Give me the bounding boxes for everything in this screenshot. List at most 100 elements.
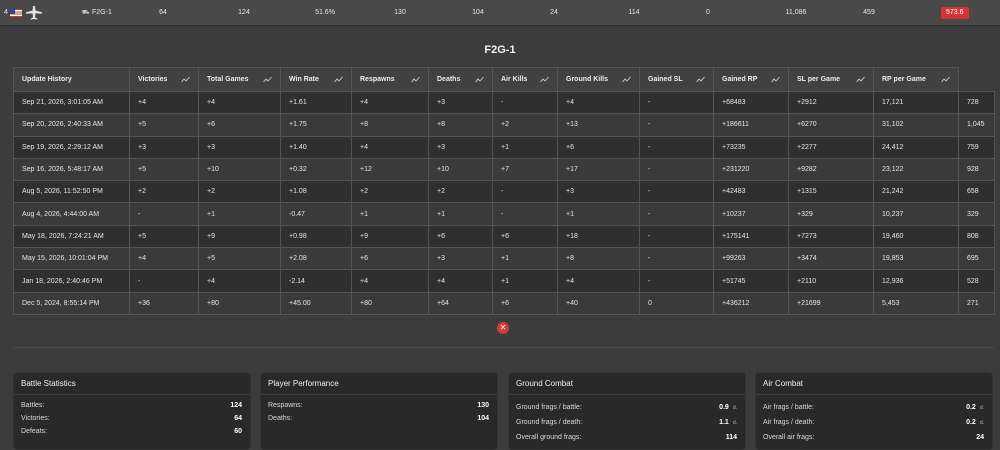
table-cell: +1315 xyxy=(788,180,874,204)
table-cell: +8 xyxy=(557,247,640,271)
close-icon[interactable]: ✕ xyxy=(497,322,509,334)
stat-row-battles: Battles: 124 xyxy=(21,402,242,409)
table-cell: +8 xyxy=(351,113,429,137)
table-cell: +6270 xyxy=(788,113,874,137)
table-cell: +1.08 xyxy=(280,180,352,204)
summary-win-rate: 51.6% xyxy=(315,9,335,16)
table-cell: +4 xyxy=(129,90,199,115)
table-row: Sep 20, 2026, 2:40:33 AM +5 +6 +1.75 +8 +8 +2 +… xyxy=(13,113,995,137)
table-cell: +2.08 xyxy=(280,247,352,271)
stat-row-air-frags-battle: Air frags / battle: 0.2 d. xyxy=(763,404,984,411)
table-cell: +5 xyxy=(129,224,199,249)
table-cell: - xyxy=(639,135,714,159)
trend-chart-icon[interactable] xyxy=(622,76,631,83)
summary-sl-per-game: 459 xyxy=(863,9,875,16)
table-cell: - xyxy=(639,202,714,226)
table-cell: 23,122 xyxy=(873,157,959,182)
header-deaths[interactable]: Deaths xyxy=(428,67,493,92)
header-total-games[interactable]: Total Games xyxy=(198,67,281,92)
table-cell: +175141 xyxy=(713,224,789,249)
table-cell: +6 xyxy=(492,224,558,249)
header-rp-per-game[interactable]: RP per Game xyxy=(873,67,959,92)
table-row: Sep 16, 2026, 5:48:17 AM +5 +10 +0.32 +12 +10… xyxy=(13,157,995,182)
vehicle-rank: 4 xyxy=(4,9,8,16)
table-cell: +2 xyxy=(198,180,281,204)
table-cell: +99263 xyxy=(713,247,789,271)
update-date-cell: Aug 4, 2026, 4:44:00 AM xyxy=(13,202,130,226)
table-cell: +436212 xyxy=(713,291,789,315)
table-cell: 329 xyxy=(958,202,995,226)
vehicle-summary-row[interactable]: 4 ⛟ F2G-1 64 124 51.6% 130 104 24 114 0 … xyxy=(0,0,1000,26)
table-cell: +1 xyxy=(351,202,429,226)
table-cell: +1 xyxy=(492,135,558,159)
table-cell: +3 xyxy=(557,180,640,204)
table-cell: +4 xyxy=(428,269,493,293)
table-cell: +2 xyxy=(428,180,493,204)
table-cell: +80 xyxy=(198,291,281,315)
table-cell: +0.98 xyxy=(280,224,352,249)
table-row: Sep 19, 2026, 2:29:12 AM +3 +3 +1.40 +4 +3 +1 +… xyxy=(13,135,995,159)
table-row: Aug 5, 2026, 11:52:50 PM +2 +2 +1.08 +2 +2- +3… xyxy=(13,180,995,204)
card-title: Battle Statistics xyxy=(14,373,250,395)
trend-chart-icon[interactable] xyxy=(941,76,950,83)
update-date-cell: Sep 16, 2026, 5:48:17 AM xyxy=(13,157,130,182)
table-cell: +3 xyxy=(129,135,199,159)
header-gained-sl[interactable]: Gained SL xyxy=(639,67,714,92)
update-date-cell: Sep 20, 2026, 2:40:33 AM xyxy=(13,113,130,137)
trend-chart-icon[interactable] xyxy=(181,76,190,83)
trend-chart-icon[interactable] xyxy=(696,76,705,83)
trend-chart-icon[interactable] xyxy=(771,76,780,83)
table-cell: +7 xyxy=(492,157,558,182)
table-cell: 658 xyxy=(958,180,995,204)
update-date-cell: Dec 5, 2024, 8:55:14 PM xyxy=(13,291,130,315)
summary-gained-sl: 0 xyxy=(706,9,710,16)
table-cell: +2912 xyxy=(788,90,874,115)
trend-chart-icon[interactable] xyxy=(475,76,484,83)
table-cell: - xyxy=(492,180,558,204)
table-cell: 21,242 xyxy=(873,180,959,204)
table-cell: +1 xyxy=(198,202,281,226)
update-history-table: Update History Victories Total Games Win… xyxy=(13,67,995,315)
table-cell: 5,453 xyxy=(873,291,959,315)
table-cell: 928 xyxy=(958,157,995,182)
table-cell: +1 xyxy=(492,269,558,293)
summary-total-games: 124 xyxy=(238,9,250,16)
header-win-rate[interactable]: Win Rate xyxy=(280,67,352,92)
table-row: May 18, 2026, 7:24:21 AM +5 +9 +0.98 +9 +6 +6 +… xyxy=(13,224,995,249)
trend-chart-icon[interactable] xyxy=(334,76,343,83)
table-cell: +3 xyxy=(198,135,281,159)
table-cell: 759 xyxy=(958,135,995,159)
table-cell: +186611 xyxy=(713,113,789,137)
table-cell: - xyxy=(639,113,714,137)
header-update-history[interactable]: Update History xyxy=(13,67,130,92)
trend-chart-icon[interactable] xyxy=(856,76,865,83)
table-cell: +21699 xyxy=(788,291,874,315)
update-date-cell: Sep 21, 2026, 3:01:05 AM xyxy=(13,90,130,115)
header-victories[interactable]: Victories xyxy=(129,67,199,92)
table-cell: +4 xyxy=(351,135,429,159)
table-cell: +17 xyxy=(557,157,640,182)
header-blank xyxy=(958,67,995,92)
table-cell: +36 xyxy=(129,291,199,315)
page-title: F2G-1 xyxy=(484,44,516,56)
summary-air-kills: 24 xyxy=(550,9,558,16)
header-air-kills[interactable]: Air Kills xyxy=(492,67,558,92)
header-sl-per-game[interactable]: SL per Game xyxy=(788,67,874,92)
table-cell: +80 xyxy=(351,291,429,315)
header-gained-rp[interactable]: Gained RP xyxy=(713,67,789,92)
table-cell: +64 xyxy=(428,291,493,315)
table-cell: +51745 xyxy=(713,269,789,293)
table-cell: +6 xyxy=(351,247,429,271)
trend-chart-icon[interactable] xyxy=(411,76,420,83)
table-cell: +329 xyxy=(788,202,874,226)
trend-chart-icon[interactable] xyxy=(540,76,549,83)
table-cell: +8 xyxy=(428,113,493,137)
table-cell: +6 xyxy=(428,224,493,249)
table-cell: +6 xyxy=(198,113,281,137)
trend-chart-icon[interactable] xyxy=(263,76,272,83)
stat-row-overall-ground-frags: Overall ground frags: 114 xyxy=(516,434,737,441)
table-cell: - xyxy=(639,269,714,293)
header-respawns[interactable]: Respawns xyxy=(351,67,429,92)
header-ground-kills[interactable]: Ground Kills xyxy=(557,67,640,92)
table-cell: 19,853 xyxy=(873,247,959,271)
